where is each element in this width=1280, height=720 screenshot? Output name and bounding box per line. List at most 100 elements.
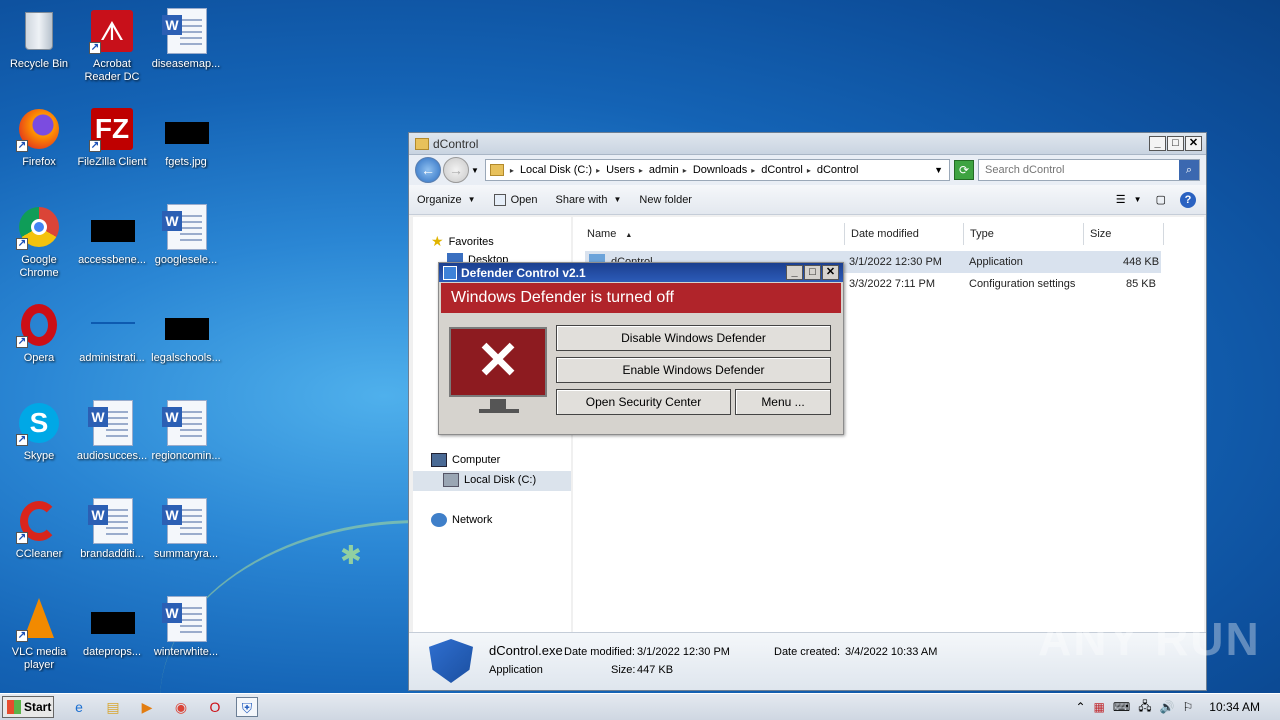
show-hidden-icons-icon[interactable]: ⌃ <box>1075 700 1085 714</box>
nav-item-computer[interactable]: Computer <box>431 453 500 467</box>
breadcrumb-item[interactable]: admin <box>649 164 679 176</box>
desktop-icon-legalschools[interactable]: legalschools... <box>147 296 225 380</box>
explorer-titlebar[interactable]: dControl _ □ ✕ <box>409 133 1206 155</box>
menu-button[interactable]: Menu ... <box>735 389 831 415</box>
desktop-icon-label: FileZilla Client <box>77 156 147 168</box>
defender-titlebar[interactable]: Defender Control v2.1 _ □ ✕ <box>439 263 843 282</box>
start-button[interactable]: Start <box>2 696 54 718</box>
desktop-icon-googlesele[interactable]: W googlesele... <box>147 198 225 282</box>
open-icon <box>493 193 506 206</box>
network-tray-icon[interactable]: 🖧 <box>1138 697 1151 718</box>
desktop-icon-summaryra[interactable]: W summaryra... <box>147 492 225 576</box>
desktop-icon-opera[interactable]: ↗ Opera <box>0 296 78 380</box>
system-tray: ⌃ ▦ ⌨ 🖧 🔊 ⚐ 10:34 AM <box>1071 696 1280 718</box>
column-header-date-modified[interactable]: Date modified <box>845 223 964 245</box>
back-button[interactable]: ← <box>415 157 441 183</box>
close-button[interactable]: ✕ <box>1185 136 1202 151</box>
nav-item-network[interactable]: Network <box>431 513 492 527</box>
maximize-button[interactable]: □ <box>1167 136 1184 151</box>
file-date: 3/3/2022 7:11 PM <box>849 278 936 290</box>
recent-pages-icon[interactable]: ▼ <box>471 166 479 175</box>
enable-defender-button[interactable]: Enable Windows Defender <box>556 357 831 383</box>
breadcrumb-item[interactable]: dControl <box>761 164 803 176</box>
opera-taskbar-icon[interactable]: O <box>204 697 226 717</box>
desktop-icon-label: Skype <box>23 450 55 462</box>
chevron-right-icon[interactable]: ▸ <box>639 166 643 175</box>
breadcrumb-item[interactable]: Users <box>606 164 635 176</box>
chevron-down-icon[interactable]: ▼ <box>1134 195 1142 204</box>
search-input[interactable] <box>985 164 1179 176</box>
close-button[interactable]: ✕ <box>822 265 839 280</box>
breadcrumb-item[interactable]: Local Disk (C:) <box>520 164 592 176</box>
nav-item-local-disk[interactable]: Local Disk (C:) <box>443 473 536 487</box>
desktop-icon-acrobat[interactable]: ᗑ ↗ Acrobat Reader DC <box>73 2 151 86</box>
security-alert-icon[interactable]: ▦ <box>1094 700 1105 714</box>
monitor-stand <box>490 399 506 409</box>
desktop-icon-diseasemap[interactable]: W diseasemap... <box>147 2 225 86</box>
desktop-icon-firefox[interactable]: ↗ Firefox <box>0 100 78 184</box>
chevron-right-icon[interactable]: ▸ <box>807 166 811 175</box>
breadcrumb-item[interactable]: dControl <box>817 164 859 176</box>
clock[interactable]: 10:34 AM <box>1209 700 1260 714</box>
desktop-icon-chrome[interactable]: ↗ Google Chrome <box>0 198 78 282</box>
chevron-down-icon[interactable]: ▼ <box>934 165 943 175</box>
desktop-icon-regioncomin[interactable]: W regioncomin... <box>147 394 225 478</box>
maximize-button[interactable]: □ <box>804 265 821 280</box>
desktop-icon-accessbene[interactable]: accessbene... <box>73 198 151 282</box>
defender-control-window[interactable]: Defender Control v2.1 _ □ ✕ Windows Defe… <box>438 262 844 435</box>
disable-defender-button[interactable]: Disable Windows Defender <box>556 325 831 351</box>
forward-button[interactable]: → <box>443 157 469 183</box>
desktop-icon-audiosucces[interactable]: W audiosucces... <box>73 394 151 478</box>
chevron-right-icon[interactable]: ▸ <box>751 166 755 175</box>
desktop-icon-skype[interactable]: S ↗ Skype <box>0 394 78 478</box>
view-options-icon[interactable]: ☰ <box>1116 193 1126 206</box>
desktop-icon-vlc[interactable]: ↗ VLC media player <box>0 590 78 674</box>
desktop-icon-ccleaner[interactable]: ↗ CCleaner <box>0 492 78 576</box>
column-header-name[interactable]: Name ▲ <box>573 223 845 245</box>
folder-icon <box>489 164 504 176</box>
action-center-flag-icon[interactable]: ⚐ <box>1183 700 1194 714</box>
details-date-created: 3/4/2022 10:33 AM <box>845 646 938 658</box>
keyboard-icon[interactable]: ⌨ <box>1113 700 1130 714</box>
refresh-icon[interactable]: ⟳ <box>954 160 974 180</box>
chevron-right-icon[interactable]: ▸ <box>683 166 687 175</box>
chevron-right-icon[interactable]: ▸ <box>510 166 514 175</box>
desktop-icon-brandadditi[interactable]: W brandadditi... <box>73 492 151 576</box>
open-security-center-button[interactable]: Open Security Center <box>556 389 731 415</box>
desktop-icon-winterwhite[interactable]: W winterwhite... <box>147 590 225 674</box>
media-player-icon[interactable]: ▶ <box>136 697 158 717</box>
shortcut-arrow-icon: ↗ <box>16 336 28 348</box>
file-explorer-icon[interactable]: ▤ <box>102 697 124 717</box>
desktop-icon-fgets[interactable]: fgets.jpg <box>147 100 225 184</box>
share-with-button[interactable]: Share with ▼ <box>555 194 621 206</box>
column-label: Size <box>1090 228 1112 240</box>
new-folder-button[interactable]: New folder <box>639 194 692 206</box>
internet-explorer-icon[interactable]: e <box>68 697 90 717</box>
defender-control-taskbar-icon[interactable]: ⛨ <box>236 697 258 717</box>
preview-pane-icon[interactable]: ▢ <box>1156 193 1166 206</box>
volume-icon[interactable]: 🔊 <box>1160 700 1175 714</box>
breadcrumb-item[interactable]: Downloads <box>693 164 747 176</box>
chrome-taskbar-icon[interactable]: ◉ <box>170 697 192 717</box>
breadcrumb[interactable]: ▸ Local Disk (C:) ▸ Users ▸ admin ▸ Down… <box>484 159 950 181</box>
desktop-icon-dateprops[interactable]: dateprops... <box>73 590 151 674</box>
file-size: 85 KB <box>1126 278 1156 290</box>
column-header-size[interactable]: Size <box>1084 223 1164 245</box>
column-label: Type <box>970 228 994 240</box>
search-icon[interactable]: ⌕ <box>1179 160 1199 180</box>
desktop-icon-recycle-bin[interactable]: Recycle Bin <box>0 2 78 86</box>
chevron-right-icon[interactable]: ▸ <box>596 166 600 175</box>
desktop-icon-label: brandadditi... <box>80 548 144 560</box>
organize-button[interactable]: Organize ▼ <box>417 194 476 206</box>
status-banner: Windows Defender is turned off <box>441 283 841 313</box>
desktop-icon-filezilla[interactable]: FZ ↗ FileZilla Client <box>73 100 151 184</box>
minimize-button[interactable]: _ <box>786 265 803 280</box>
desktop-icon-administrati[interactable]: administrati... <box>73 296 151 380</box>
nav-item-favorites[interactable]: ★ Favorites <box>431 233 494 250</box>
search-box[interactable]: ⌕ <box>978 159 1200 181</box>
minimize-button[interactable]: _ <box>1149 136 1166 151</box>
help-icon[interactable]: ? <box>1180 191 1196 208</box>
column-header-type[interactable]: Type <box>964 223 1084 245</box>
open-button[interactable]: Open <box>493 193 537 206</box>
details-size: 447 KB <box>637 664 674 676</box>
